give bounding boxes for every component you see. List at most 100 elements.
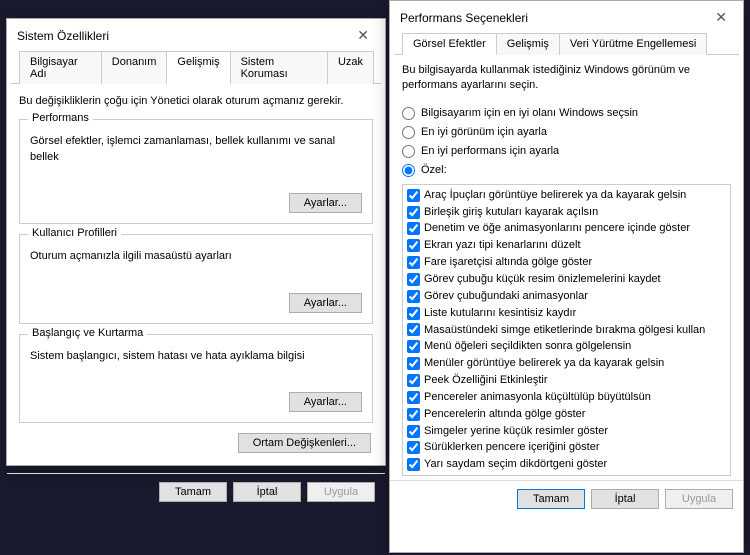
group-title: Performans (28, 112, 93, 124)
checkbox-input[interactable] (407, 374, 420, 387)
checkbox-label: Denetim ve öğe animasyonlarını pencere i… (424, 221, 690, 236)
titlebar: Performans Seçenekleri ✕ (390, 1, 743, 32)
list-item[interactable]: Peek Özelliğini Etkinleştir (407, 372, 726, 389)
checkbox-input[interactable] (407, 323, 420, 336)
checkbox-label: Liste kutularını kesintisiz kaydır (424, 306, 576, 321)
radio-input[interactable] (402, 164, 415, 177)
visual-effects-desc: Bu bilgisayarda kullanmak istediğiniz Wi… (402, 63, 731, 94)
admin-notice: Bu değişikliklerin çoğu için Yönetici ol… (19, 94, 373, 109)
checkbox-label: Simgeler yerine küçük resimler göster (424, 424, 608, 439)
checkbox-input[interactable] (407, 290, 420, 303)
list-item[interactable]: Pencerelerin altında gölge göster (407, 406, 726, 423)
cancel-button[interactable]: İptal (233, 482, 301, 502)
checkbox-label: Peek Özelliğini Etkinleştir (424, 373, 548, 388)
list-item[interactable]: Menüler görüntüye belirerek ya da kayara… (407, 355, 726, 372)
list-item[interactable]: Denetim ve öğe animasyonlarını pencere i… (407, 220, 726, 237)
list-item[interactable]: Sürüklerken pencere içeriğini göster (407, 439, 726, 456)
tab-remote[interactable]: Uzak (327, 51, 374, 84)
close-icon[interactable]: ✕ (351, 27, 375, 44)
checkbox-input[interactable] (407, 222, 420, 235)
list-item[interactable]: Araç İpuçları görüntüye belirerek ya da … (407, 187, 726, 204)
tab-advanced[interactable]: Gelişmiş (496, 33, 560, 55)
window-title: Performans Seçenekleri (400, 11, 528, 25)
checkbox-label: Araç İpuçları görüntüye belirerek ya da … (424, 188, 686, 203)
checkbox-input[interactable] (407, 273, 420, 286)
checkbox-input[interactable] (407, 408, 420, 421)
checkbox-input[interactable] (407, 441, 420, 454)
tab-strip: Görsel Efektler Gelişmiş Veri Yürütme En… (394, 32, 739, 55)
footer-buttons: Tamam İptal Uygula (7, 473, 385, 510)
tab-strip: Bilgisayar Adı Donanım Gelişmiş Sistem K… (11, 50, 381, 84)
window-title: Sistem Özellikleri (17, 29, 109, 43)
checkbox-input[interactable] (407, 239, 420, 252)
radio-let-windows-choose[interactable]: Bilgisayarım için en iyi olanı Windows s… (402, 104, 731, 123)
checkbox-label: Sürüklerken pencere içeriğini göster (424, 440, 599, 455)
radio-input[interactable] (402, 126, 415, 139)
environment-variables-button[interactable]: Ortam Değişkenleri... (238, 433, 371, 453)
radio-label: En iyi performans için ayarla (421, 145, 559, 157)
startup-recovery-settings-button[interactable]: Ayarlar... (289, 392, 362, 412)
list-item[interactable]: Masaüstündeki simge etiketlerinde bırakm… (407, 322, 726, 339)
list-item[interactable]: Fare işaretçisi altında gölge göster (407, 254, 726, 271)
group-desc: Oturum açmanızla ilgili masaüstü ayarlar… (30, 243, 362, 264)
apply-button[interactable]: Uygula (665, 489, 733, 509)
list-item[interactable]: Menü öğeleri seçildikten sonra gölgelens… (407, 338, 726, 355)
checkbox-label: Masaüstündeki simge etiketlerinde bırakm… (424, 323, 705, 338)
radio-best-appearance[interactable]: En iyi görünüm için ayarla (402, 123, 731, 142)
checkbox-input[interactable] (407, 206, 420, 219)
titlebar: Sistem Özellikleri ✕ (7, 19, 385, 50)
ok-button[interactable]: Tamam (159, 482, 227, 502)
ok-button[interactable]: Tamam (517, 489, 585, 509)
tab-visual-effects[interactable]: Görsel Efektler (402, 33, 497, 55)
checkbox-input[interactable] (407, 425, 420, 438)
checkbox-label: Görev çubuğu küçük resim önizlemelerini … (424, 272, 661, 287)
tab-system-protection[interactable]: Sistem Koruması (230, 51, 328, 84)
checkbox-label: Yarı saydam seçim dikdörtgeni göster (424, 457, 607, 472)
radio-best-performance[interactable]: En iyi performans için ayarla (402, 142, 731, 161)
list-item[interactable]: Pencereler animasyonla küçültülüp büyütü… (407, 389, 726, 406)
checkbox-label: Menüler görüntüye belirerek ya da kayara… (424, 356, 664, 371)
tab-advanced[interactable]: Gelişmiş (166, 51, 230, 84)
checkbox-input[interactable] (407, 391, 420, 404)
performance-group: Performans Görsel efektler, işlemci zama… (19, 119, 373, 224)
group-title: Kullanıcı Profilleri (28, 227, 121, 239)
radio-input[interactable] (402, 145, 415, 158)
checkbox-label: Fare işaretçisi altında gölge göster (424, 255, 592, 270)
list-item[interactable]: Görev çubuğu küçük resim önizlemelerini … (407, 271, 726, 288)
list-item[interactable]: Görev çubuğundaki animasyonlar (407, 288, 726, 305)
checkbox-input[interactable] (407, 189, 420, 202)
user-profiles-group: Kullanıcı Profilleri Oturum açmanızla il… (19, 234, 373, 323)
visual-effects-list[interactable]: Araç İpuçları görüntüye belirerek ya da … (402, 184, 731, 476)
list-item[interactable]: Ekran yazı tipi kenarlarını düzelt (407, 237, 726, 254)
cancel-button[interactable]: İptal (591, 489, 659, 509)
radio-input[interactable] (402, 107, 415, 120)
radio-custom[interactable]: Özel: (402, 161, 731, 180)
tab-dep[interactable]: Veri Yürütme Engellemesi (559, 33, 707, 55)
apply-button[interactable]: Uygula (307, 482, 375, 502)
checkbox-label: Ekran yazı tipi kenarlarını düzelt (424, 238, 581, 253)
checkbox-label: Birleşik giriş kutuları kayarak açılsın (424, 205, 598, 220)
checkbox-input[interactable] (407, 357, 420, 370)
list-item[interactable]: Liste kutularını kesintisiz kaydır (407, 305, 726, 322)
tab-body: Bu değişikliklerin çoğu için Yönetici ol… (7, 84, 385, 473)
close-icon[interactable]: ✕ (709, 9, 733, 26)
list-item[interactable]: Yarı saydam seçim dikdörtgeni göster (407, 456, 726, 473)
list-item[interactable]: Simgeler yerine küçük resimler göster (407, 423, 726, 440)
tab-hardware[interactable]: Donanım (101, 51, 168, 84)
checkbox-input[interactable] (407, 307, 420, 320)
checkbox-input[interactable] (407, 340, 420, 353)
group-title: Başlangıç ve Kurtarma (28, 327, 147, 339)
group-desc: Sistem başlangıcı, sistem hatası ve hata… (30, 343, 362, 364)
checkbox-input[interactable] (407, 256, 420, 269)
checkbox-input[interactable] (407, 458, 420, 471)
checkbox-label: Pencereler animasyonla küçültülüp büyütü… (424, 390, 651, 405)
group-desc: Görsel efektler, işlemci zamanlaması, be… (30, 128, 362, 165)
radio-group: Bilgisayarım için en iyi olanı Windows s… (402, 104, 731, 180)
checkbox-label: Görev çubuğundaki animasyonlar (424, 289, 588, 304)
user-profiles-settings-button[interactable]: Ayarlar... (289, 293, 362, 313)
startup-recovery-group: Başlangıç ve Kurtarma Sistem başlangıcı,… (19, 334, 373, 423)
tab-computer-name[interactable]: Bilgisayar Adı (19, 51, 102, 84)
performance-settings-button[interactable]: Ayarlar... (289, 193, 362, 213)
checkbox-label: Pencerelerin altında gölge göster (424, 407, 585, 422)
list-item[interactable]: Birleşik giriş kutuları kayarak açılsın (407, 204, 726, 221)
